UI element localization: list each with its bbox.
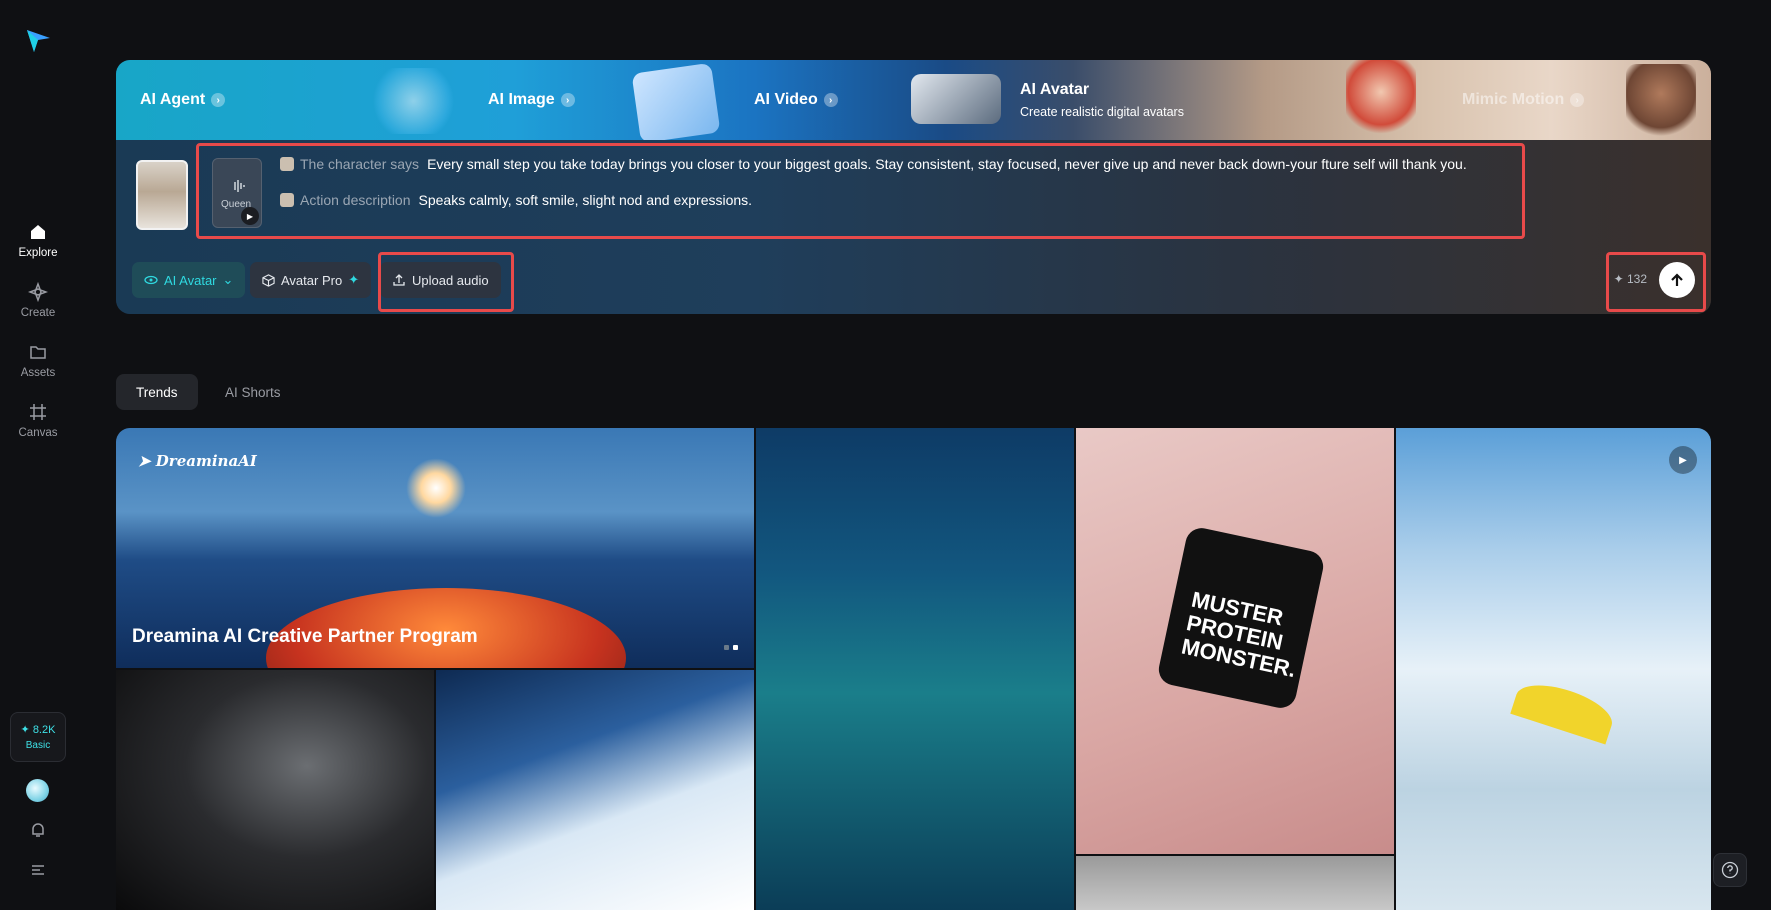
avatar-deco bbox=[1346, 60, 1416, 140]
gallery-item-gray[interactable] bbox=[1076, 856, 1394, 910]
protein-jar: MUSTER PROTEIN MONSTER. bbox=[1155, 525, 1327, 711]
image-deco bbox=[631, 62, 721, 144]
sidebar: Explore Create Assets Canvas ✦ 8.2K Basi… bbox=[0, 0, 76, 910]
gallery-item-reef[interactable] bbox=[756, 428, 1074, 910]
action-description-row[interactable]: Action description Speaks calmly, soft s… bbox=[280, 192, 752, 208]
gallery-item-protein[interactable]: MUSTER PROTEIN MONSTER. bbox=[1076, 428, 1394, 854]
hero-brand: ➤ DreaminaAI bbox=[138, 452, 257, 470]
nav-explore[interactable]: Explore bbox=[0, 222, 76, 259]
tab-ai-image-label: AI Image bbox=[488, 91, 555, 108]
nav-create[interactable]: Create bbox=[0, 282, 76, 319]
tab-ai-avatar[interactable]: AI Avatar Create realistic digital avata… bbox=[1020, 60, 1184, 140]
plan-label: Basic bbox=[25, 740, 51, 751]
creation-banner: AI Agent › AI Image › AI Video › AI Avatar … bbox=[116, 60, 1711, 314]
cube-icon bbox=[262, 273, 275, 287]
carousel-dots[interactable] bbox=[724, 645, 738, 650]
credits-badge[interactable]: ✦ 8.2K Basic bbox=[10, 712, 66, 762]
gallery-item-statue[interactable] bbox=[116, 670, 434, 910]
hero-title: Dreamina AI Creative Partner Program bbox=[132, 626, 478, 647]
avatar-reference-image[interactable] bbox=[136, 160, 188, 230]
gallery-item-paraglider[interactable]: ▶ bbox=[1396, 428, 1711, 910]
carousel-dot[interactable] bbox=[724, 645, 729, 650]
gallery-item-polar-bear[interactable] bbox=[436, 670, 754, 910]
eye-icon bbox=[144, 275, 158, 285]
play-icon[interactable]: ▶ bbox=[1669, 446, 1697, 474]
carousel-dot-active[interactable] bbox=[733, 645, 738, 650]
nav-create-label: Create bbox=[20, 307, 56, 319]
tab-ai-agent-label: AI Agent bbox=[140, 91, 206, 108]
character-says-row[interactable]: The character says Every small step you … bbox=[280, 156, 1467, 172]
sparkle-icon bbox=[28, 282, 48, 302]
tab-mimic-motion-label: Mimic Motion bbox=[1462, 91, 1565, 108]
action-description-label: Action description bbox=[300, 192, 411, 208]
upload-highlight bbox=[378, 252, 514, 312]
tab-ai-image[interactable]: AI Image › bbox=[488, 60, 575, 140]
tab-trends[interactable]: Trends bbox=[116, 374, 198, 410]
tab-ai-avatar-label: AI Avatar bbox=[1020, 81, 1090, 98]
help-icon bbox=[1721, 861, 1739, 879]
sparkle-icon: ✦ bbox=[348, 272, 360, 287]
character-icon bbox=[280, 157, 294, 171]
dreamina-logo-icon: ➤ bbox=[138, 452, 156, 470]
nav-canvas-label: Canvas bbox=[18, 427, 58, 439]
prompt-area: Queen ▶ The character says Every small s… bbox=[116, 140, 1711, 314]
credits-value-row: ✦ 8.2K bbox=[20, 724, 56, 736]
character-says-text[interactable]: Every small step you take today brings y… bbox=[427, 156, 1467, 172]
mode-select[interactable]: AI Avatar ⌄ bbox=[132, 262, 246, 298]
nav-assets-label: Assets bbox=[20, 367, 56, 379]
protein-text: MUSTER PROTEIN MONSTER. bbox=[1179, 586, 1299, 683]
chevron-right-icon: › bbox=[1570, 93, 1585, 107]
folder-icon bbox=[30, 346, 46, 359]
hero-brand-text: DreaminaAI bbox=[155, 452, 257, 470]
tab-ai-video-label: AI Video bbox=[754, 91, 818, 108]
mode-select-label: AI Avatar bbox=[164, 272, 217, 288]
tab-ai-video[interactable]: AI Video › bbox=[754, 60, 838, 140]
mode-tabs: AI Agent › AI Image › AI Video › AI Avatar … bbox=[116, 60, 1711, 144]
paraglider bbox=[1510, 675, 1618, 745]
tab-ai-avatar-subtitle: Create realistic digital avatars bbox=[1020, 105, 1184, 119]
hero-glow bbox=[406, 458, 466, 518]
nav-assets[interactable]: Assets bbox=[0, 342, 76, 379]
dreamina-logo-icon[interactable] bbox=[24, 26, 52, 54]
tab-ai-agent[interactable]: AI Agent › bbox=[140, 60, 226, 140]
nav-explore-label: Explore bbox=[18, 247, 58, 259]
nav-canvas[interactable]: Canvas bbox=[0, 402, 76, 439]
chevron-right-icon: › bbox=[823, 93, 838, 107]
action-icon bbox=[280, 193, 294, 207]
agent-deco bbox=[366, 68, 461, 134]
mimic-deco bbox=[1626, 64, 1696, 138]
video-deco bbox=[911, 74, 1001, 124]
bell-icon[interactable] bbox=[28, 820, 48, 840]
hero-card[interactable]: ➤ DreaminaAI Dreamina AI Creative Partne… bbox=[116, 428, 754, 668]
user-avatar[interactable] bbox=[26, 779, 49, 802]
chevron-right-icon: › bbox=[560, 93, 575, 107]
character-says-label: The character says bbox=[300, 156, 420, 172]
action-description-text[interactable]: Speaks calmly, soft smile, slight nod an… bbox=[419, 192, 753, 208]
chevron-right-icon: › bbox=[211, 93, 226, 107]
tab-mimic-motion[interactable]: Mimic Motion › bbox=[1462, 60, 1585, 140]
tab-ai-shorts[interactable]: AI Shorts bbox=[205, 374, 301, 410]
credits-value: 8.2K bbox=[32, 724, 56, 736]
menu-icon[interactable] bbox=[28, 860, 48, 880]
home-icon bbox=[31, 225, 45, 239]
chevron-down-icon: ⌄ bbox=[222, 272, 234, 287]
frame-icon bbox=[30, 404, 46, 420]
model-select-label: Avatar Pro bbox=[281, 272, 343, 288]
model-select[interactable]: Avatar Pro ✦ bbox=[250, 262, 372, 298]
help-button[interactable] bbox=[1713, 853, 1747, 887]
generate-highlight bbox=[1606, 252, 1706, 312]
